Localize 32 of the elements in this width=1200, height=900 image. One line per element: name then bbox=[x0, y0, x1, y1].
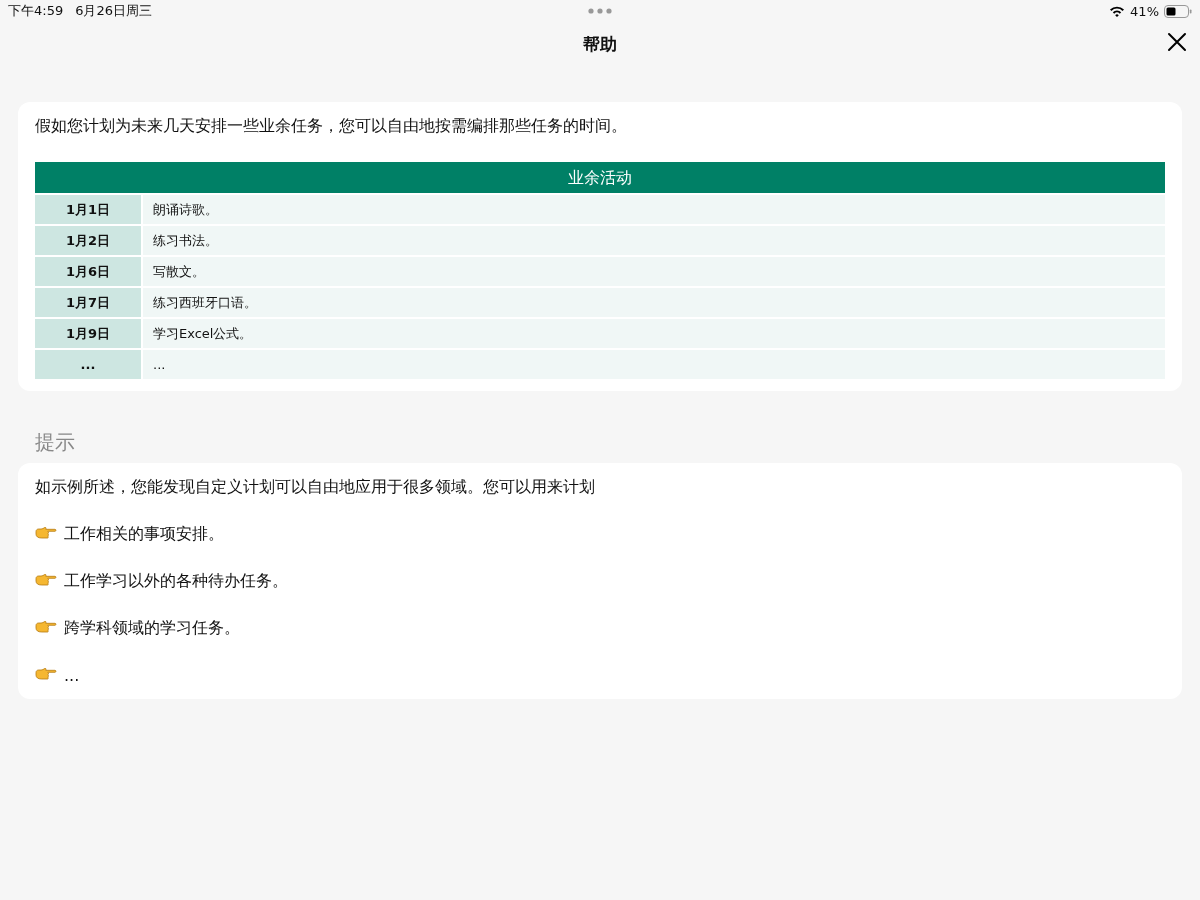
battery-percent: 41% bbox=[1130, 3, 1159, 19]
table-cell: 朗诵诗歌。 bbox=[143, 195, 1165, 224]
close-icon[interactable] bbox=[1167, 32, 1187, 52]
table-cell: 学习Excel公式。 bbox=[143, 319, 1165, 348]
battery-icon bbox=[1164, 4, 1192, 18]
status-time: 下午4:59 bbox=[8, 2, 64, 20]
dialog-title: 帮助 bbox=[583, 32, 617, 56]
list-item-text: ... bbox=[64, 665, 80, 685]
pointing-hand-icon bbox=[35, 527, 57, 541]
status-date: 6月26日周三 bbox=[75, 2, 153, 20]
table-cell: 练习西班牙口语。 bbox=[143, 288, 1165, 317]
table-cell: 1月6日 bbox=[35, 257, 141, 286]
pointing-hand-icon bbox=[35, 668, 57, 682]
tips-paragraph: 如示例所述，您能发现自定义计划可以自由地应用于很多领域。您可以用来计划 bbox=[35, 476, 596, 498]
table-cell: ... bbox=[35, 350, 141, 379]
table-cell: 1月9日 bbox=[35, 319, 141, 348]
wifi-icon bbox=[1109, 5, 1126, 17]
intro-paragraph: 假如您计划为未来几天安排一些业余任务，您可以自由地按需编排那些任务的时间。 bbox=[35, 115, 628, 137]
table-header: 业余活动 bbox=[35, 162, 1165, 193]
table-cell: 写散文。 bbox=[143, 257, 1165, 286]
pointing-hand-icon bbox=[35, 574, 57, 588]
list-item-text: 跨学科领域的学习任务。 bbox=[64, 617, 240, 639]
multitask-dots-icon[interactable] bbox=[588, 8, 612, 14]
table-cell: 练习书法。 bbox=[143, 226, 1165, 255]
list-item-text: 工作相关的事项安排。 bbox=[64, 523, 224, 545]
section-heading: 提示 bbox=[35, 429, 76, 455]
list-item-text: 工作学习以外的各种待办任务。 bbox=[64, 570, 288, 592]
table-cell: 1月1日 bbox=[35, 195, 141, 224]
table-cell: 1月7日 bbox=[35, 288, 141, 317]
pointing-hand-icon bbox=[35, 621, 57, 635]
table-cell: ... bbox=[143, 350, 1165, 379]
table-cell: 1月2日 bbox=[35, 226, 141, 255]
